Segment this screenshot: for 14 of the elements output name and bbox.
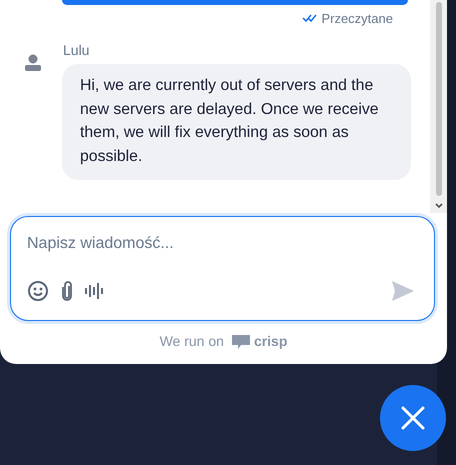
speech-bubble-icon	[232, 334, 250, 348]
brand-link[interactable]: crisp	[232, 333, 288, 349]
read-status: Przeczytane	[321, 11, 393, 26]
powered-by-label: We run on	[160, 333, 224, 349]
double-check-icon	[302, 14, 318, 23]
sender-name: Lulu	[63, 42, 90, 58]
close-icon	[400, 405, 426, 431]
message-bubble: Hi, we are currently out of servers and the new servers are delayed. Once we receive them, we will fix everything as soon as possible.	[62, 64, 411, 180]
emoji-icon[interactable]	[27, 280, 49, 302]
scroll-down-icon[interactable]	[434, 203, 442, 209]
audio-wave-icon[interactable]	[85, 282, 104, 300]
user-avatar-icon	[25, 54, 41, 71]
paperclip-icon[interactable]	[61, 281, 73, 301]
scrollbar[interactable]	[430, 0, 447, 213]
